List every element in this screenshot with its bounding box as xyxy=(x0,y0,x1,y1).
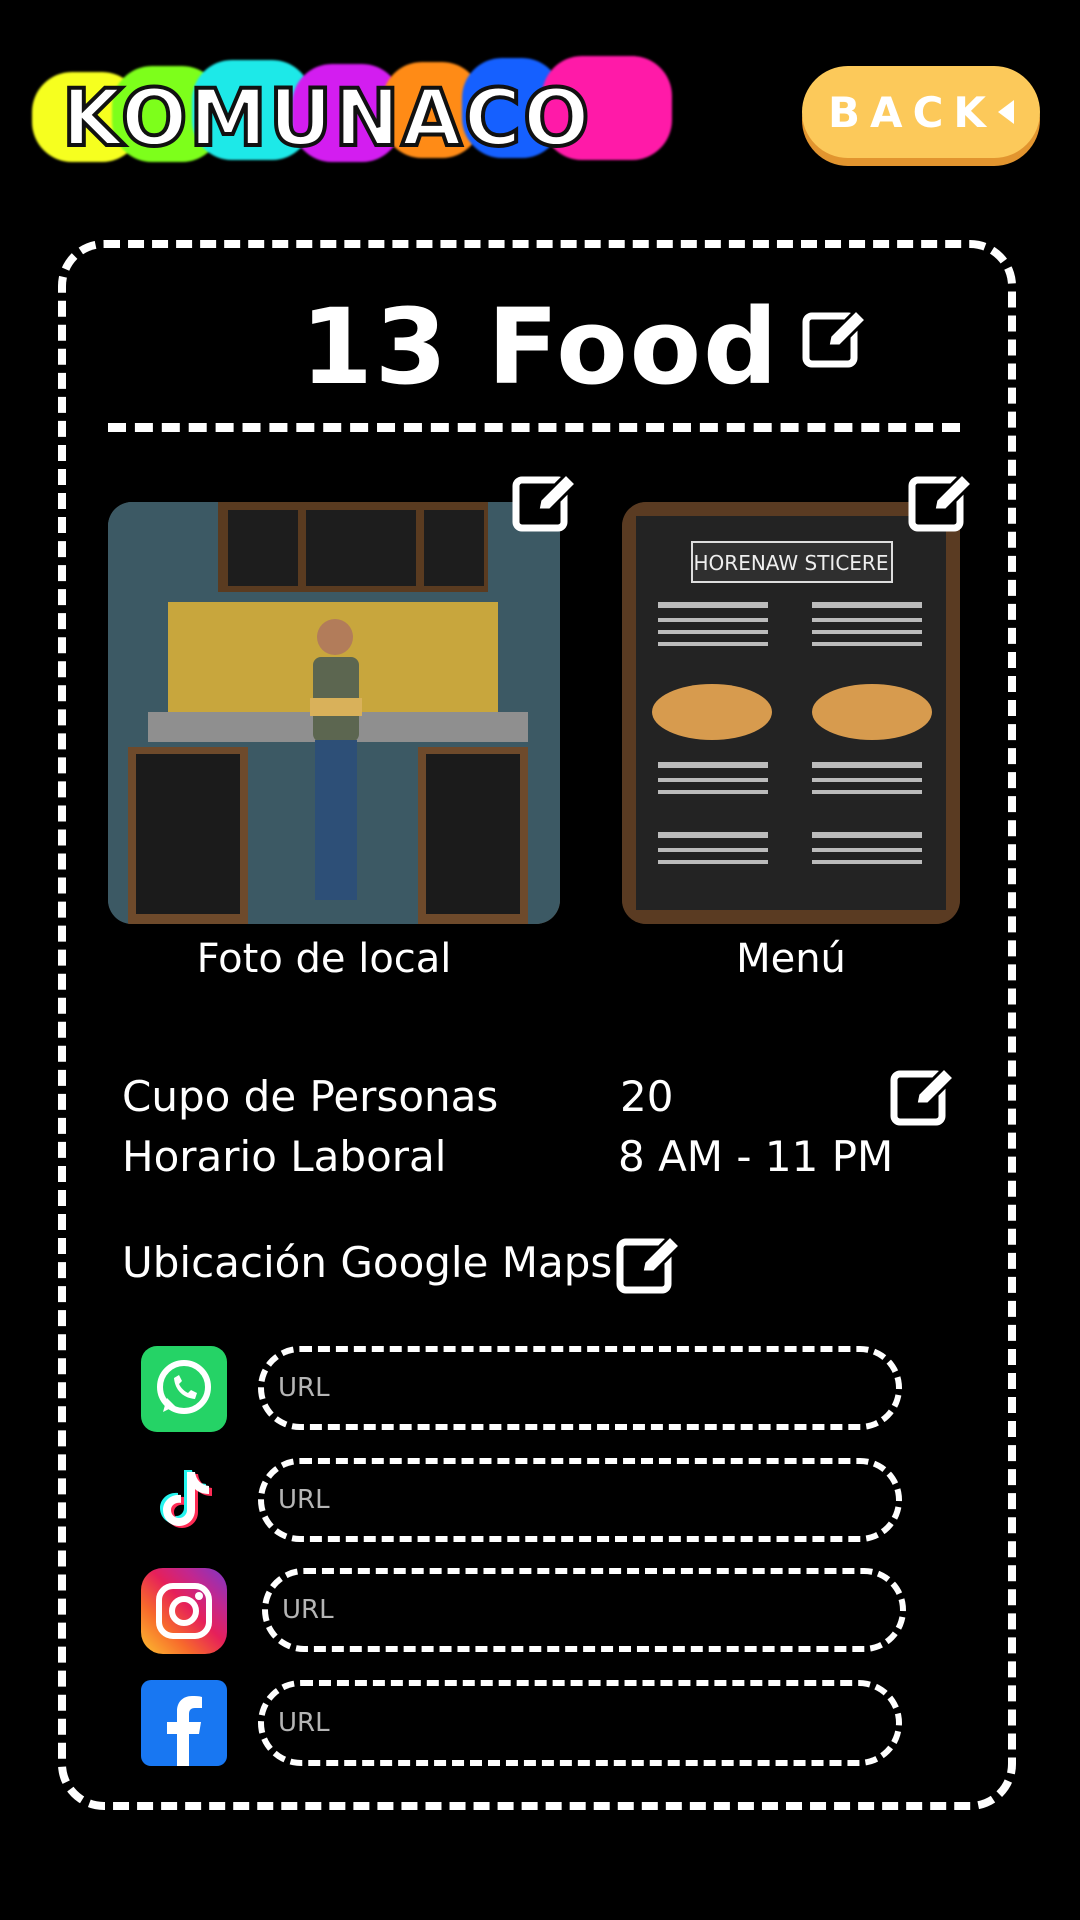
hours-label: Horario Laboral xyxy=(122,1132,447,1181)
menu-board-title: HORENAW STICERE xyxy=(694,551,889,575)
menu-photo[interactable]: HORENAW STICERE xyxy=(622,502,960,924)
tiktok-url-placeholder: URL xyxy=(278,1485,330,1515)
komunaco-logo: KOMUNACO xyxy=(22,52,682,182)
maps-label: Ubicación Google Maps xyxy=(122,1238,613,1287)
whatsapp-url-input[interactable]: URL xyxy=(258,1346,902,1430)
whatsapp-url-placeholder: URL xyxy=(278,1373,330,1403)
whatsapp-icon xyxy=(141,1346,227,1432)
business-title: 13 Food xyxy=(300,286,780,408)
instagram-url-input[interactable]: URL xyxy=(262,1568,906,1652)
logo-text: KOMUNACO xyxy=(60,72,592,166)
capacity-label: Cupo de Personas xyxy=(122,1072,499,1121)
local-photo[interactable] xyxy=(108,502,560,924)
facebook-url-placeholder: URL xyxy=(278,1708,330,1738)
facebook-url-input[interactable]: URL xyxy=(258,1680,902,1766)
tiktok-icon xyxy=(141,1456,227,1542)
back-arrow-icon xyxy=(997,100,1014,124)
tiktok-url-input[interactable]: URL xyxy=(258,1458,902,1542)
edit-title-icon[interactable] xyxy=(800,302,872,374)
edit-menu-photo-icon[interactable] xyxy=(906,466,978,538)
edit-maps-icon[interactable] xyxy=(614,1228,686,1300)
facebook-icon xyxy=(141,1680,227,1766)
local-photo-caption: Foto de local xyxy=(196,936,452,982)
edit-info-icon[interactable] xyxy=(888,1060,960,1132)
hours-value: 8 AM - 11 PM xyxy=(618,1132,894,1181)
capacity-value: 20 xyxy=(620,1072,674,1121)
back-button[interactable]: BACK xyxy=(802,66,1040,158)
title-divider xyxy=(108,423,960,432)
back-label: BACK xyxy=(828,87,996,137)
instagram-url-placeholder: URL xyxy=(282,1595,334,1625)
menu-photo-caption: Menú xyxy=(736,936,846,982)
edit-local-photo-icon[interactable] xyxy=(510,466,582,538)
instagram-icon xyxy=(141,1568,227,1654)
